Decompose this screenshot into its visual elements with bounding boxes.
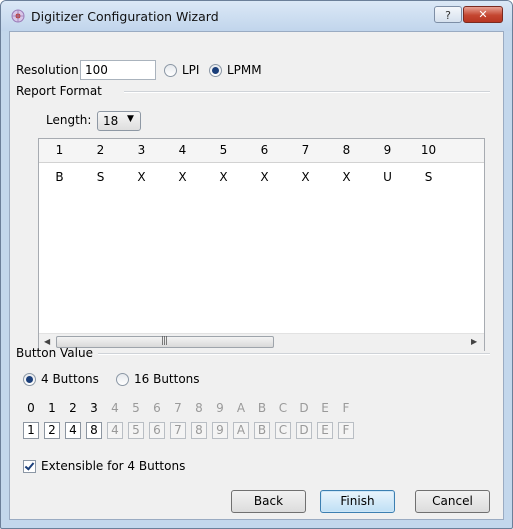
length-value: 18: [103, 114, 119, 128]
extensible-label: Extensible for 4 Buttons: [41, 459, 186, 473]
wizard-window: Digitizer Configuration Wizard ? ✕ Resol…: [0, 0, 513, 529]
button-index-label: 3: [90, 401, 98, 415]
finish-button[interactable]: Finish: [320, 490, 395, 513]
resolution-label: Resolution:: [16, 63, 83, 77]
table-header: 1 2 3 4 5 6 7 8 9 10: [39, 139, 484, 163]
table-cell[interactable]: X: [326, 168, 367, 186]
report-format-group-label: Report Format: [16, 84, 102, 98]
button-index-label: E: [321, 401, 329, 415]
button-index-label: 7: [174, 401, 182, 415]
4-buttons-radio[interactable]: [23, 373, 36, 386]
table-cell[interactable]: S: [408, 168, 449, 186]
scroll-right-icon[interactable]: ▶: [471, 337, 477, 346]
lpmm-label: LPMM: [227, 63, 262, 77]
column-header[interactable]: 4: [162, 139, 203, 162]
button-value-field[interactable]: 2: [44, 422, 60, 439]
column-header[interactable]: 10: [408, 139, 449, 162]
window-title: Digitizer Configuration Wizard: [31, 9, 219, 24]
16-buttons-label: 16 Buttons: [134, 372, 200, 386]
dialog-body: Resolution: LPI LPMM Report Format Lengt…: [9, 31, 504, 520]
16-buttons-radio[interactable]: [116, 373, 129, 386]
table-cell[interactable]: X: [162, 168, 203, 186]
button-index-label: C: [278, 401, 288, 415]
table-cell[interactable]: X: [285, 168, 326, 186]
4-buttons-label: 4 Buttons: [41, 372, 99, 386]
grip-icon: |||: [161, 336, 168, 346]
chevron-down-icon: ▼: [127, 114, 134, 124]
table-cell[interactable]: S: [80, 168, 121, 186]
button-value-field: A: [233, 422, 249, 439]
back-button[interactable]: Back: [231, 490, 306, 513]
button-value-field: 4: [107, 422, 123, 439]
column-header[interactable]: 9: [367, 139, 408, 162]
resolution-input[interactable]: [80, 60, 156, 80]
button-value-field: F: [338, 422, 354, 439]
button-value-field: C: [275, 422, 291, 439]
column-header[interactable]: 8: [326, 139, 367, 162]
column-header[interactable]: 5: [203, 139, 244, 162]
button-value-field: 8: [191, 422, 207, 439]
lpi-label: LPI: [182, 63, 200, 77]
column-header[interactable]: 2: [80, 139, 121, 162]
button-value-field: B: [254, 422, 270, 439]
button-value-group-label: Button Value: [16, 346, 93, 360]
report-format-table[interactable]: 1 2 3 4 5 6 7 8 9 10 B S X X X X X X U S…: [38, 138, 485, 351]
horizontal-scrollbar[interactable]: ◀ ||| ▶: [39, 333, 484, 351]
table-cell[interactable]: B: [39, 168, 80, 186]
scroll-left-icon[interactable]: ◀: [44, 337, 50, 346]
button-index-label: 8: [195, 401, 203, 415]
close-button[interactable]: ✕: [463, 6, 503, 23]
button-value-field[interactable]: 8: [86, 422, 102, 439]
table-cell[interactable]: X: [203, 168, 244, 186]
button-index-label: 4: [111, 401, 119, 415]
button-index-label: A: [236, 401, 246, 415]
report-format-divider: [124, 91, 490, 93]
lpmm-radio[interactable]: [209, 64, 222, 77]
button-value-field[interactable]: 4: [65, 422, 81, 439]
table-cell[interactable]: U: [367, 168, 408, 186]
app-icon: [11, 9, 25, 23]
extensible-checkbox[interactable]: [23, 460, 36, 473]
button-value-field: 5: [128, 422, 144, 439]
button-index-label: 0: [27, 401, 35, 415]
button-index-label: 5: [132, 401, 140, 415]
length-combobox[interactable]: 18 ▼: [97, 111, 141, 131]
button-value-field: 7: [170, 422, 186, 439]
button-value-field: 6: [149, 422, 165, 439]
length-label: Length:: [46, 113, 92, 127]
title-bar[interactable]: Digitizer Configuration Wizard ? ✕: [1, 1, 512, 31]
column-header[interactable]: 3: [121, 139, 162, 162]
button-value-divider: [98, 353, 490, 355]
button-index-label: 6: [153, 401, 161, 415]
table-cell[interactable]: X: [244, 168, 285, 186]
help-button[interactable]: ?: [434, 6, 462, 23]
column-header[interactable]: 1: [39, 139, 80, 162]
button-index-label: 2: [69, 401, 77, 415]
button-index-label: 1: [48, 401, 56, 415]
button-value-field: D: [296, 422, 312, 439]
button-index-label: F: [342, 401, 350, 415]
table-cell[interactable]: X: [121, 168, 162, 186]
button-value-field: E: [317, 422, 333, 439]
column-header[interactable]: 7: [285, 139, 326, 162]
button-index-label: 9: [216, 401, 224, 415]
cancel-button[interactable]: Cancel: [415, 490, 490, 513]
button-index-label: B: [257, 401, 267, 415]
button-value-field: 9: [212, 422, 228, 439]
lpi-radio[interactable]: [164, 64, 177, 77]
button-index-label: D: [299, 401, 309, 415]
column-header[interactable]: 6: [244, 139, 285, 162]
button-value-field[interactable]: 1: [23, 422, 39, 439]
